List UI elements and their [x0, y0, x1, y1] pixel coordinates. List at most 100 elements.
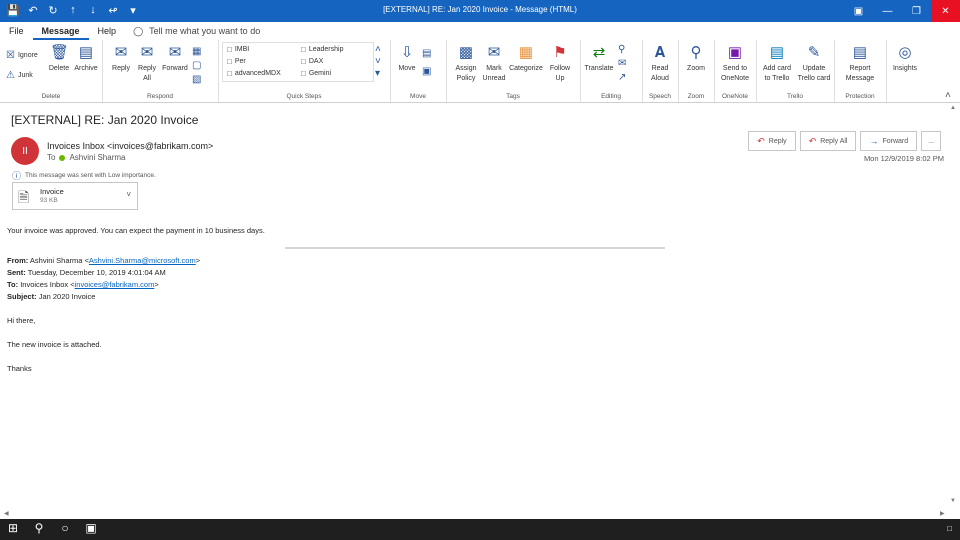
- reply-label: Reply: [768, 137, 787, 145]
- insights-button[interactable]: ◎ Insights: [889, 44, 921, 74]
- close-icon[interactable]: ✕: [931, 0, 960, 22]
- quick-steps-scroll-up[interactable]: ˄: [375, 44, 381, 55]
- quick-step-item[interactable]: □ Per: [227, 57, 246, 66]
- tab-file[interactable]: File: [0, 22, 33, 40]
- presence-icon: [59, 154, 66, 161]
- add-card-button[interactable]: ▤ Add card to Trello: [758, 44, 796, 84]
- trash-icon: 🗑: [50, 44, 70, 61]
- sender[interactable]: Invoices Inbox <invoices@fabrikam.com>: [47, 141, 213, 151]
- forward-ribbon-button[interactable]: ✉ Forward: [160, 44, 190, 74]
- chat-icon: ▢: [192, 60, 202, 71]
- onenote-icon: ▣: [727, 44, 743, 61]
- quick-step-item[interactable]: □ Gemini: [301, 69, 331, 78]
- junk-icon: ⚠: [6, 70, 15, 81]
- window-title: [EXTERNAL] RE: Jan 2020 Invoice - Messag…: [383, 5, 577, 14]
- tab-message[interactable]: Message: [32, 22, 89, 40]
- zoom-button[interactable]: ⚲ Zoom: [681, 44, 711, 74]
- rules-button[interactable]: ▤: [422, 48, 431, 59]
- move-button[interactable]: ⇩ Move: [394, 44, 420, 74]
- more-actions-button[interactable]: ...: [921, 131, 941, 151]
- actions-button[interactable]: ▣: [422, 66, 431, 77]
- follow-up-button[interactable]: ⚑ Follow Up: [546, 44, 574, 84]
- report-icon: ▤: [852, 44, 868, 61]
- reply-all-icon: ↶: [808, 135, 817, 146]
- ribbon-display-icon[interactable]: ▣: [844, 0, 873, 22]
- reply-ribbon-button[interactable]: ✉ Reply: [108, 44, 134, 74]
- to-email-link[interactable]: invoices@fabrikam.com: [75, 280, 155, 289]
- forward-button[interactable]: → Forward: [860, 131, 918, 151]
- categorize-button[interactable]: ▦ Categorize: [506, 44, 546, 74]
- group-label: Editing: [601, 93, 621, 100]
- reply-all-ribbon-button[interactable]: ✉ Reply All: [134, 44, 160, 84]
- scroll-right-arrow-icon[interactable]: ▶: [940, 510, 945, 517]
- restore-icon[interactable]: ❐: [902, 0, 931, 22]
- attachment-card[interactable]: 🗎 Invoice 93 KB ˅: [12, 182, 138, 210]
- quick-step-item[interactable]: □ advancedMDX: [227, 69, 281, 78]
- info-icon: ⓘ: [12, 171, 22, 181]
- window-controls: ▣ — ❐ ✕: [844, 0, 960, 22]
- quick-step-item[interactable]: □ Leadership: [301, 45, 343, 54]
- group-move: ⇩ Move ▤ ▣ Move: [390, 40, 447, 102]
- add-card-label: Add card: [762, 65, 792, 72]
- im-button[interactable]: ▢: [192, 60, 201, 71]
- junk-button[interactable]: ⚠ Junk: [6, 70, 33, 81]
- reply-icon: ↶: [757, 135, 765, 146]
- quick-steps-scroll-down[interactable]: ˅: [375, 56, 381, 67]
- report-label: Report: [849, 65, 871, 72]
- cortana-icon[interactable]: ○: [57, 521, 73, 535]
- follow-label: Follow: [549, 65, 571, 72]
- windows-start-icon[interactable]: ⊞: [5, 521, 21, 535]
- from-end: >: [195, 256, 201, 265]
- body-line: Your invoice was approved. You can expec…: [7, 226, 265, 235]
- minimize-icon[interactable]: —: [873, 0, 902, 22]
- reply-all-button[interactable]: ↶ Reply All: [799, 131, 857, 151]
- search-icon[interactable]: ⚲: [31, 521, 47, 535]
- mark-unread-button[interactable]: ✉ Mark Unread: [480, 44, 508, 84]
- select-button[interactable]: ↗: [618, 72, 626, 83]
- send-to-onenote-button[interactable]: ▣ Send to OneNote: [717, 44, 753, 84]
- attachment-size: 93 KB: [40, 197, 58, 204]
- quick-step-label: advancedMDX: [234, 70, 281, 77]
- assign-policy-button[interactable]: ▩ Assign Policy: [450, 44, 482, 84]
- recipient-name[interactable]: Ashvini Sharma: [69, 153, 125, 162]
- chevron-up-icon: ˄: [375, 44, 381, 55]
- reply-button[interactable]: ↶ Reply: [748, 131, 796, 151]
- trello-icon: ▤: [769, 44, 785, 61]
- quick-steps-gallery: □ IMBI □ Per □ advancedMDX □ Leadership □ DAX…: [222, 42, 374, 82]
- group-speech: 𝐀 Read Aloud Speech: [642, 40, 679, 102]
- task-view-icon[interactable]: ▣: [83, 521, 99, 535]
- title-bar: 💾 ↶ ↻ ↑ ↓ ↫ ▾ [EXTERNAL] RE: Jan 2020 In…: [0, 0, 960, 22]
- quick-steps-expand[interactable]: ▾: [375, 68, 380, 79]
- report-message-button[interactable]: ▤ Report Message: [838, 44, 882, 84]
- delete-button[interactable]: 🗑 Delete: [44, 44, 74, 74]
- collapse-ribbon-button[interactable]: ˄: [945, 90, 951, 101]
- chevron-down-icon[interactable]: ˅: [126, 190, 131, 199]
- scroll-left-arrow-icon[interactable]: ◀: [4, 510, 9, 517]
- tab-help[interactable]: Help: [89, 22, 126, 40]
- notification-icon[interactable]: □: [947, 524, 952, 533]
- vertical-scrollbar[interactable]: ▲ ▼: [949, 103, 957, 508]
- update-card-button[interactable]: ✎ Update Trello card: [794, 44, 834, 84]
- quick-step-item[interactable]: □ IMBI: [227, 45, 249, 54]
- to-line: To Ashvini Sharma: [47, 153, 125, 162]
- related-button[interactable]: ✉: [618, 58, 626, 69]
- horizontal-scrollbar[interactable]: ◀ ▶: [0, 508, 960, 518]
- read-aloud-icon: 𝐀: [654, 44, 666, 61]
- avatar[interactable]: II: [11, 137, 39, 165]
- archive-button[interactable]: ▤ Archive: [72, 44, 100, 74]
- ignore-button[interactable]: ☒ Ignore: [6, 50, 38, 61]
- meeting-button[interactable]: ▦: [192, 46, 201, 57]
- translate-button[interactable]: ⇄ Translate: [582, 44, 616, 74]
- scroll-down-arrow-icon[interactable]: ▼: [950, 498, 956, 504]
- from-email-link[interactable]: Ashvini.Sharma@microsoft.com: [89, 256, 196, 265]
- tell-me-box[interactable]: ◯ Tell me what you want to do: [133, 26, 260, 37]
- actions-icon: ▣: [422, 66, 432, 77]
- from-name: Ashvini Sharma <: [29, 256, 89, 265]
- scroll-up-arrow-icon[interactable]: ▲: [950, 105, 956, 111]
- read-aloud-button[interactable]: 𝐀 Read Aloud: [645, 44, 675, 84]
- quick-step-icon: □: [227, 69, 232, 78]
- find-button[interactable]: ⚲: [618, 44, 625, 55]
- quick-step-item[interactable]: □ DAX: [301, 57, 323, 66]
- more-respond-button[interactable]: ▧: [192, 74, 201, 85]
- reply-icon: ✉: [114, 44, 128, 61]
